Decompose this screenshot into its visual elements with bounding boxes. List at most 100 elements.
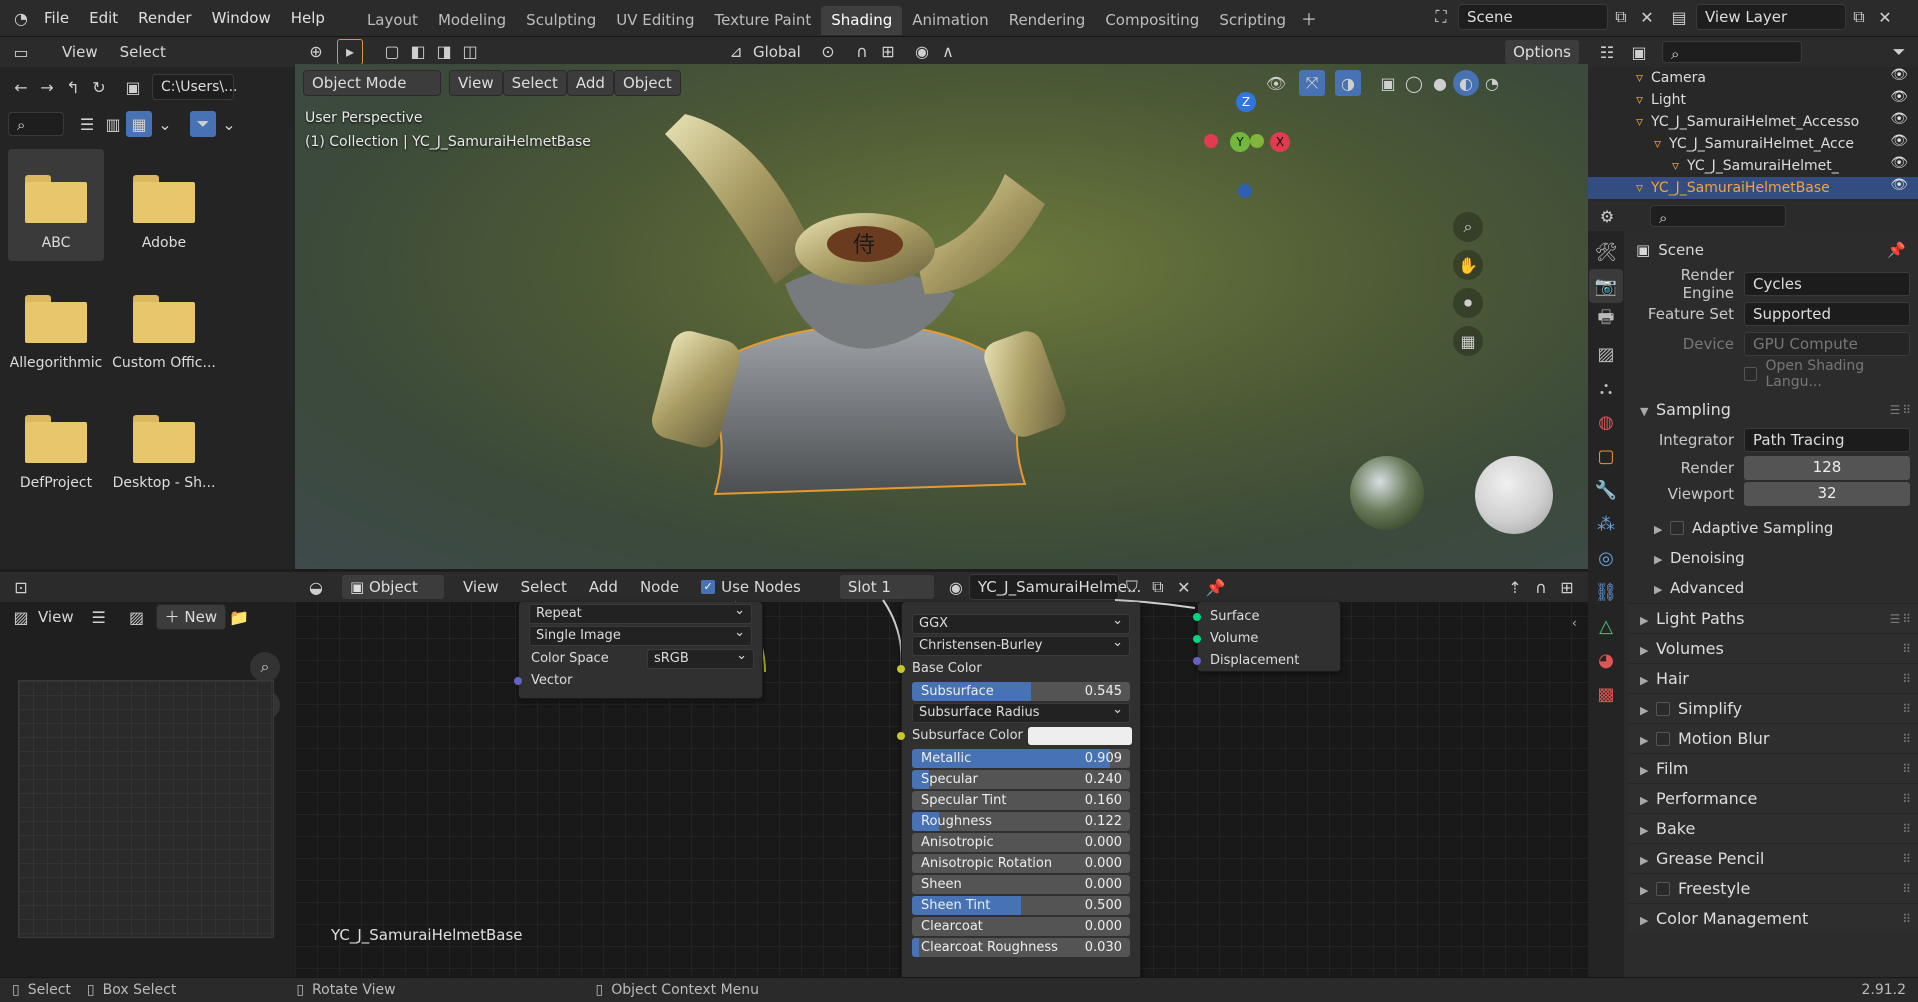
new-folder-icon[interactable]: ▣ <box>120 74 146 100</box>
hamburger-icon[interactable]: ☰ <box>86 604 112 630</box>
section-performance[interactable]: ▶ Performance ⠿ <box>1628 783 1918 813</box>
select-box-new-icon[interactable]: ▢ <box>379 39 405 65</box>
particles-tab-icon[interactable]: ⁂ <box>1589 507 1623 541</box>
ortho-toggle-icon[interactable]: ▦ <box>1453 326 1483 356</box>
new-scene-icon[interactable]: ⧉ <box>1608 4 1634 30</box>
thumbnail-view-icon[interactable]: ▦ <box>126 111 152 137</box>
folder-item[interactable]: ABC <box>8 149 104 261</box>
subsurface-radius-dropdown[interactable]: Subsurface Radius <box>912 701 1130 723</box>
folder-item[interactable]: Adobe <box>116 149 212 261</box>
vp-menu-add[interactable]: Add <box>566 70 614 96</box>
outliner-search-input[interactable]: ⌕ <box>1662 41 1802 63</box>
folder-item[interactable]: Desktop - Sh... <box>113 389 215 501</box>
section-hair[interactable]: ▶ Hair ⠿ <box>1628 663 1918 693</box>
tool-tab-icon[interactable]: 🛠 <box>1589 235 1623 269</box>
drag-grip-icon[interactable]: ☰ ⠿ <box>1890 395 1911 425</box>
osl-checkbox[interactable] <box>1744 367 1758 381</box>
tab-texture-paint[interactable]: Texture Paint <box>704 6 821 35</box>
filter-icon[interactable]: ⏷ <box>1886 39 1912 65</box>
vp-menu-object[interactable]: Object <box>613 70 681 96</box>
tab-modeling[interactable]: Modeling <box>428 6 516 35</box>
subsection-adaptive-sampling[interactable]: ▶ Adaptive Sampling <box>1628 513 1918 543</box>
ie-menu-view[interactable]: View <box>38 608 74 626</box>
menu-file[interactable]: File <box>34 0 79 37</box>
slider-specular-tint[interactable]: Specular Tint 0.160 <box>912 791 1130 810</box>
section-film[interactable]: ▶ Film ⠿ <box>1628 753 1918 783</box>
editor-type-icon[interactable]: ☷ <box>1594 39 1620 65</box>
gizmo-z-axis[interactable]: Z <box>1236 92 1256 112</box>
tab-layout[interactable]: Layout <box>357 6 428 35</box>
outliner-item[interactable]: ▿ Camera 👁 <box>1588 67 1918 89</box>
section-sampling[interactable]: ▼ Sampling ☰ ⠿ <box>1628 395 1918 425</box>
camera-view-icon[interactable]: ⏺ <box>1453 288 1483 318</box>
3d-viewport[interactable]: Object Mode View Select Add Object User … <box>295 64 1588 569</box>
delete-view-layer-icon[interactable]: ✕ <box>1872 4 1898 30</box>
image-canvas[interactable] <box>18 680 274 938</box>
subsurface-color-swatch[interactable] <box>1028 727 1132 745</box>
back-icon[interactable]: ← <box>8 74 34 100</box>
editor-type-icon[interactable]: ⊡ <box>8 574 34 600</box>
shader-node-editor[interactable]: ◒ ▣ Object View Select Add Node ✓ Use Nod… <box>295 572 1588 980</box>
section-motion-blur[interactable]: ▶ Motion Blur ⠿ <box>1628 723 1918 753</box>
gizmo-x-axis[interactable]: X <box>1270 132 1290 152</box>
section-color-management[interactable]: ▶ Color Management ⠿ <box>1628 903 1918 933</box>
gizmo-neg-x-axis[interactable] <box>1204 134 1218 148</box>
tab-rendering[interactable]: Rendering <box>999 6 1096 35</box>
drag-grip-icon[interactable]: ⠿ <box>1902 754 1911 784</box>
subsurface-color-socket[interactable] <box>897 732 905 740</box>
zoom-icon[interactable]: ⌕ <box>1453 212 1483 242</box>
drag-grip-icon[interactable]: ⠿ <box>1902 814 1911 844</box>
scene-field[interactable]: Scene <box>1458 4 1608 30</box>
wireframe-shading-icon[interactable]: ◯ <box>1401 70 1427 96</box>
editor-type-icon[interactable]: ⊕ <box>303 39 329 65</box>
drag-grip-icon[interactable]: ⠿ <box>1902 844 1911 874</box>
subsection-advanced[interactable]: ▶ Advanced <box>1628 573 1918 603</box>
blender-logo-icon[interactable]: ◔ <box>8 5 34 31</box>
physics-tab-icon[interactable]: ◎ <box>1589 541 1623 575</box>
image-texture-node[interactable]: Repeat Single Image Color Space sRGB Vect… <box>514 602 763 699</box>
render-samples-field[interactable]: 128 <box>1744 456 1910 480</box>
zoom-icon[interactable]: ⌕ <box>250 652 280 682</box>
outliner-item[interactable]: ▿ YC_J_SamuraiHelmet_Acce 👁 <box>1588 133 1918 155</box>
editor-type-icon[interactable]: ⚙ <box>1594 203 1620 229</box>
folder-item[interactable]: Custom Offic... <box>112 269 216 381</box>
menu-edit[interactable]: Edit <box>79 0 128 37</box>
view-layer-tab-icon[interactable]: ▨ <box>1589 337 1623 371</box>
parent-dir-icon[interactable]: ↰ <box>60 74 86 100</box>
menu-help[interactable]: Help <box>281 0 335 37</box>
subsurface-method-dropdown[interactable]: Christensen-Burley <box>912 634 1130 656</box>
folder-item[interactable]: DefProject <box>8 389 104 501</box>
visibility-eye-icon[interactable]: 👁 <box>1890 133 1908 149</box>
drag-grip-icon[interactable]: ⠿ <box>1902 634 1911 664</box>
section-checkbox[interactable] <box>1656 882 1670 896</box>
drag-grip-icon[interactable]: ☰ ⠿ <box>1890 604 1911 634</box>
section-checkbox[interactable] <box>1656 702 1670 716</box>
output-tab-icon[interactable]: 🖶 <box>1589 303 1623 337</box>
menu-window[interactable]: Window <box>202 0 281 37</box>
slider-metallic[interactable]: Metallic 0.909 <box>912 749 1130 768</box>
slider-anisotropic[interactable]: Anisotropic 0.000 <box>912 833 1130 852</box>
object-tab-icon[interactable]: ▢ <box>1589 439 1623 473</box>
slider-clearcoat-roughness[interactable]: Clearcoat Roughness 0.030 <box>912 938 1130 957</box>
overlay-icon[interactable]: ◑ <box>1335 70 1361 96</box>
snap-target-icon[interactable]: ⊞ <box>875 39 901 65</box>
scene-icon[interactable]: ⛶ <box>1428 4 1454 30</box>
path-field[interactable]: C:\Users\... <box>152 74 237 100</box>
constraints-tab-icon[interactable]: ⛓ <box>1589 575 1623 609</box>
visibility-eye-icon[interactable]: 👁 <box>1890 89 1908 105</box>
vp-menu-view[interactable]: View <box>449 70 503 96</box>
fb-menu-view[interactable]: View <box>62 43 98 61</box>
section-grease-pencil[interactable]: ▶ Grease Pencil ⠿ <box>1628 843 1918 873</box>
texture-tab-icon[interactable]: ▩ <box>1589 677 1623 711</box>
solid-shading-icon[interactable]: ● <box>1427 70 1453 96</box>
drag-grip-icon[interactable]: ⠿ <box>1902 724 1911 754</box>
outliner-item[interactable]: ▿ YC_J_SamuraiHelmet_Accesso 👁 <box>1588 111 1918 133</box>
volume-socket[interactable] <box>1193 635 1201 643</box>
open-image-icon[interactable]: 📁 <box>226 604 252 630</box>
slider-anisotropic-rotation[interactable]: Anisotropic Rotation 0.000 <box>912 854 1130 873</box>
material-preview-icon[interactable]: ◐ <box>1453 70 1479 96</box>
menu-render[interactable]: Render <box>128 0 201 37</box>
drag-grip-icon[interactable]: ⠿ <box>1902 664 1911 694</box>
transform-orientation-dropdown[interactable]: Global <box>753 43 815 61</box>
tab-sculpting[interactable]: Sculpting <box>516 6 606 35</box>
